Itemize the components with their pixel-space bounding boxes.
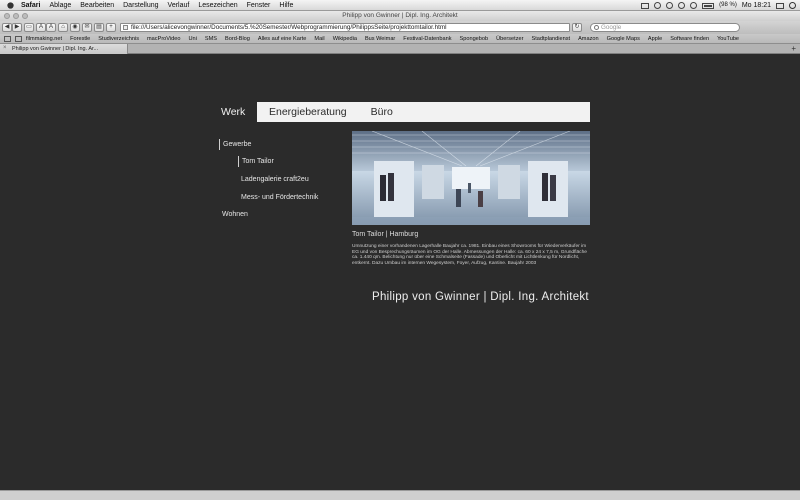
window-bottom-bar [0,490,800,500]
menu-lesezeichen[interactable]: Lesezeichen [198,0,237,11]
status-display-icon[interactable] [641,2,650,9]
close-tab-icon[interactable]: × [3,45,8,51]
apple-icon[interactable] [7,1,14,9]
bookmark-item[interactable]: Festival-Datenbank [403,34,451,43]
bookmark-item[interactable]: Spongebob [460,34,489,43]
volume-icon[interactable] [690,2,698,9]
bookmark-item[interactable]: filmmaking.net [26,34,62,43]
subnav-tom-tailor[interactable]: Tom Tailor [238,156,274,167]
forward-button[interactable]: ▶ [12,23,22,32]
site-nav: Werk Energieberatung Büro [213,102,590,122]
battery-percent: (98 %) [719,2,737,8]
bookmark-item[interactable]: macProVideo [147,34,180,43]
bookmarks-book-icon[interactable] [4,35,11,42]
bookmark-item[interactable]: Forestle [70,34,90,43]
add-bookmark-button[interactable]: + [106,23,116,32]
showroom-image [352,131,590,225]
category-wohnen[interactable]: Wohnen [222,209,248,220]
back-button[interactable]: ◀ [2,23,12,32]
bookmark-item[interactable]: Uni [189,34,197,43]
subnav-mess-foerdertechnik[interactable]: Mess- und Fördertechnik [241,192,318,203]
bookmark-item[interactable]: Google Maps [607,34,640,43]
print-icon[interactable]: ▤ [94,23,104,32]
close-window-button[interactable] [4,13,10,19]
reload-button[interactable]: ↻ [572,23,582,32]
menu-verlauf[interactable]: Verlauf [168,0,190,11]
bluetooth-icon[interactable] [654,2,662,9]
menu-fenster[interactable]: Fenster [247,0,271,11]
subnav-ladengalerie[interactable]: Ladengalerie craft2eu [241,174,309,185]
clock[interactable]: Mo 18:21 [742,0,771,11]
search-icon [594,25,599,30]
tab-current[interactable]: × Philipp von Gwinner | Dipl. Ing. Ar... [0,44,128,54]
menu-app[interactable]: Safari [21,0,40,11]
bookmark-item[interactable]: Apple [648,34,662,43]
menu-bearbeiten[interactable]: Bearbeiten [80,0,114,11]
bookmark-item[interactable]: Bord-Blog [225,34,250,43]
nav-werk[interactable]: Werk [213,102,257,122]
text-smaller-button[interactable]: A [36,23,46,32]
category-gewerbe[interactable]: Gewerbe [219,139,251,150]
tab-label: Philipp von Gwinner | Dipl. Ing. Ar... [12,46,99,52]
status-area: (98 %) Mo 18:21 [641,0,796,11]
search-placeholder: Google [601,24,622,31]
wifi-icon[interactable] [666,2,674,9]
bookmark-item[interactable]: Wikipedia [333,34,357,43]
bookmark-item[interactable]: SMS [205,34,217,43]
menu-hilfe[interactable]: Hilfe [279,0,293,11]
nav-buero[interactable]: Büro [371,106,393,118]
tab-bar: × Philipp von Gwinner | Dipl. Ing. Ar...… [0,44,800,54]
bookmark-item[interactable]: Software finden [670,34,709,43]
menu-bar: Safari Ablage Bearbeiten Darstellung Ver… [0,0,800,11]
user-icon[interactable] [776,2,784,9]
project-title: Tom Tailor | Hamburg [352,231,419,238]
history-icon[interactable]: ◉ [70,23,80,32]
project-description: Umnutzung einer vorhandenen Lagerhalle B… [352,244,587,266]
browser-toolbar: ◀ ▶ ▭ A A ⌂ ◉ ✉ ▤ + file:///Users/alicev… [0,21,800,34]
nav-bar: Energieberatung Büro [257,102,590,122]
bookmark-item[interactable]: Studiverzeichnis [98,34,139,43]
project-sidebar: Gewerbe Tom Tailor Ladengalerie craft2eu… [219,139,318,218]
menu-darstellung[interactable]: Darstellung [123,0,158,11]
bookmark-item[interactable]: YouTube [717,34,739,43]
topsites-grid-icon[interactable] [15,35,22,42]
web-page: Werk Energieberatung Büro Gewerbe Tom Ta… [0,55,800,490]
project-photo [352,131,590,225]
page-favicon-icon [123,25,128,30]
nav-energieberatung[interactable]: Energieberatung [269,106,347,118]
bookmarks-bar: filmmaking.net Forestle Studiverzeichnis… [0,34,800,44]
bookmark-item[interactable]: Übersetzer [496,34,523,43]
minimize-window-button[interactable] [13,13,19,19]
reader-icon[interactable]: ▭ [24,23,34,32]
bookmark-item[interactable]: Stadtplandienst [531,34,570,43]
new-tab-button[interactable]: + [791,44,796,54]
battery-icon[interactable] [702,2,715,9]
bookmark-item[interactable]: Mail [314,34,324,43]
bookmark-item[interactable]: Bus Weimar [365,34,395,43]
text-larger-button[interactable]: A [46,23,56,32]
bookmark-item[interactable]: Amazon [578,34,599,43]
menu-ablage[interactable]: Ablage [49,0,71,11]
zoom-window-button[interactable] [22,13,28,19]
bookmark-item[interactable]: Alles auf eine Karte [258,34,307,43]
url-text: file:///Users/alicevongwinner/Documents/… [131,24,447,31]
spotlight-icon[interactable] [789,2,796,9]
site-signature: Philipp von Gwinner | Dipl. Ing. Archite… [372,291,589,303]
window-title: Philipp von Gwinner | Dipl. Ing. Archite… [342,12,458,19]
mail-icon[interactable]: ✉ [82,23,92,32]
window-titlebar: Philipp von Gwinner | Dipl. Ing. Archite… [0,11,800,21]
timemachine-icon[interactable] [678,2,686,9]
search-field[interactable]: Google [590,23,740,32]
home-icon[interactable]: ⌂ [58,23,68,32]
address-field[interactable]: file:///Users/alicevongwinner/Documents/… [120,23,570,32]
